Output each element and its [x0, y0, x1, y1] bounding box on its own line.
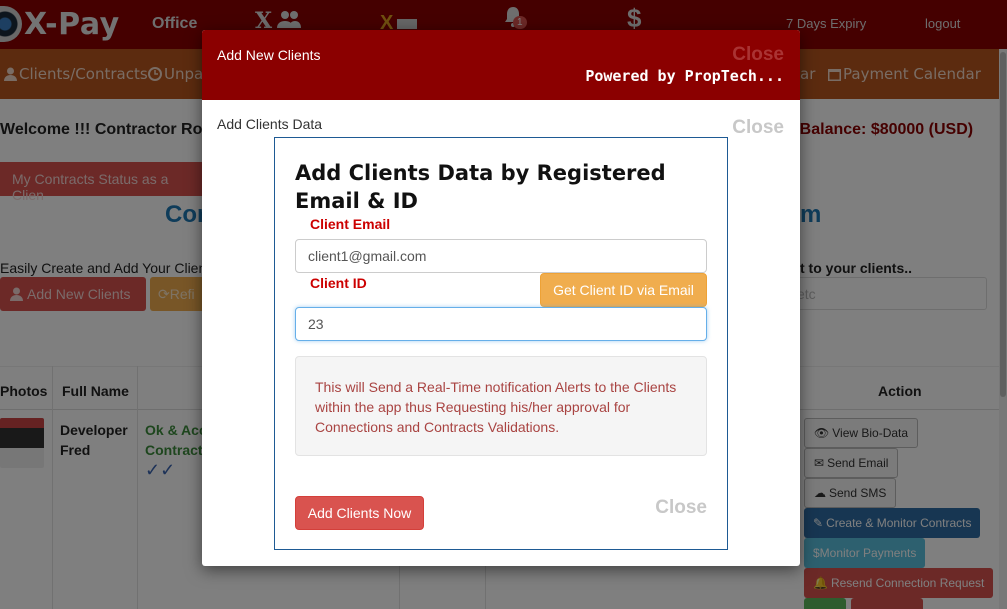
form-title: Add Clients Data by Registered Email & I…	[295, 161, 666, 213]
client-id-field[interactable]	[295, 307, 707, 341]
add-clients-modal: Add New Clients Close Powered by PropTec…	[202, 30, 800, 566]
client-id-label: Client ID	[310, 275, 367, 291]
modal-subtitle: Add Clients Data	[217, 116, 323, 132]
modal-close-button[interactable]: Close	[732, 117, 784, 139]
add-clients-now-button[interactable]: Add Clients Now	[295, 496, 424, 530]
form-close-button[interactable]: Close	[655, 497, 707, 519]
modal-close-top-button[interactable]: Close	[732, 44, 784, 66]
client-form-panel: Add Clients Data by Registered Email & I…	[274, 137, 728, 550]
client-email-field[interactable]	[295, 239, 707, 273]
notification-notice: This will Send a Real-Time notification …	[295, 356, 707, 456]
modal-header: Add New Clients Close Powered by PropTec…	[202, 30, 800, 100]
client-email-label: Client Email	[310, 216, 391, 232]
modal-title: Add New Clients	[217, 47, 321, 63]
get-client-id-button[interactable]: Get Client ID via Email	[540, 273, 707, 307]
powered-by-text: Powered by PropTech...	[585, 67, 784, 85]
